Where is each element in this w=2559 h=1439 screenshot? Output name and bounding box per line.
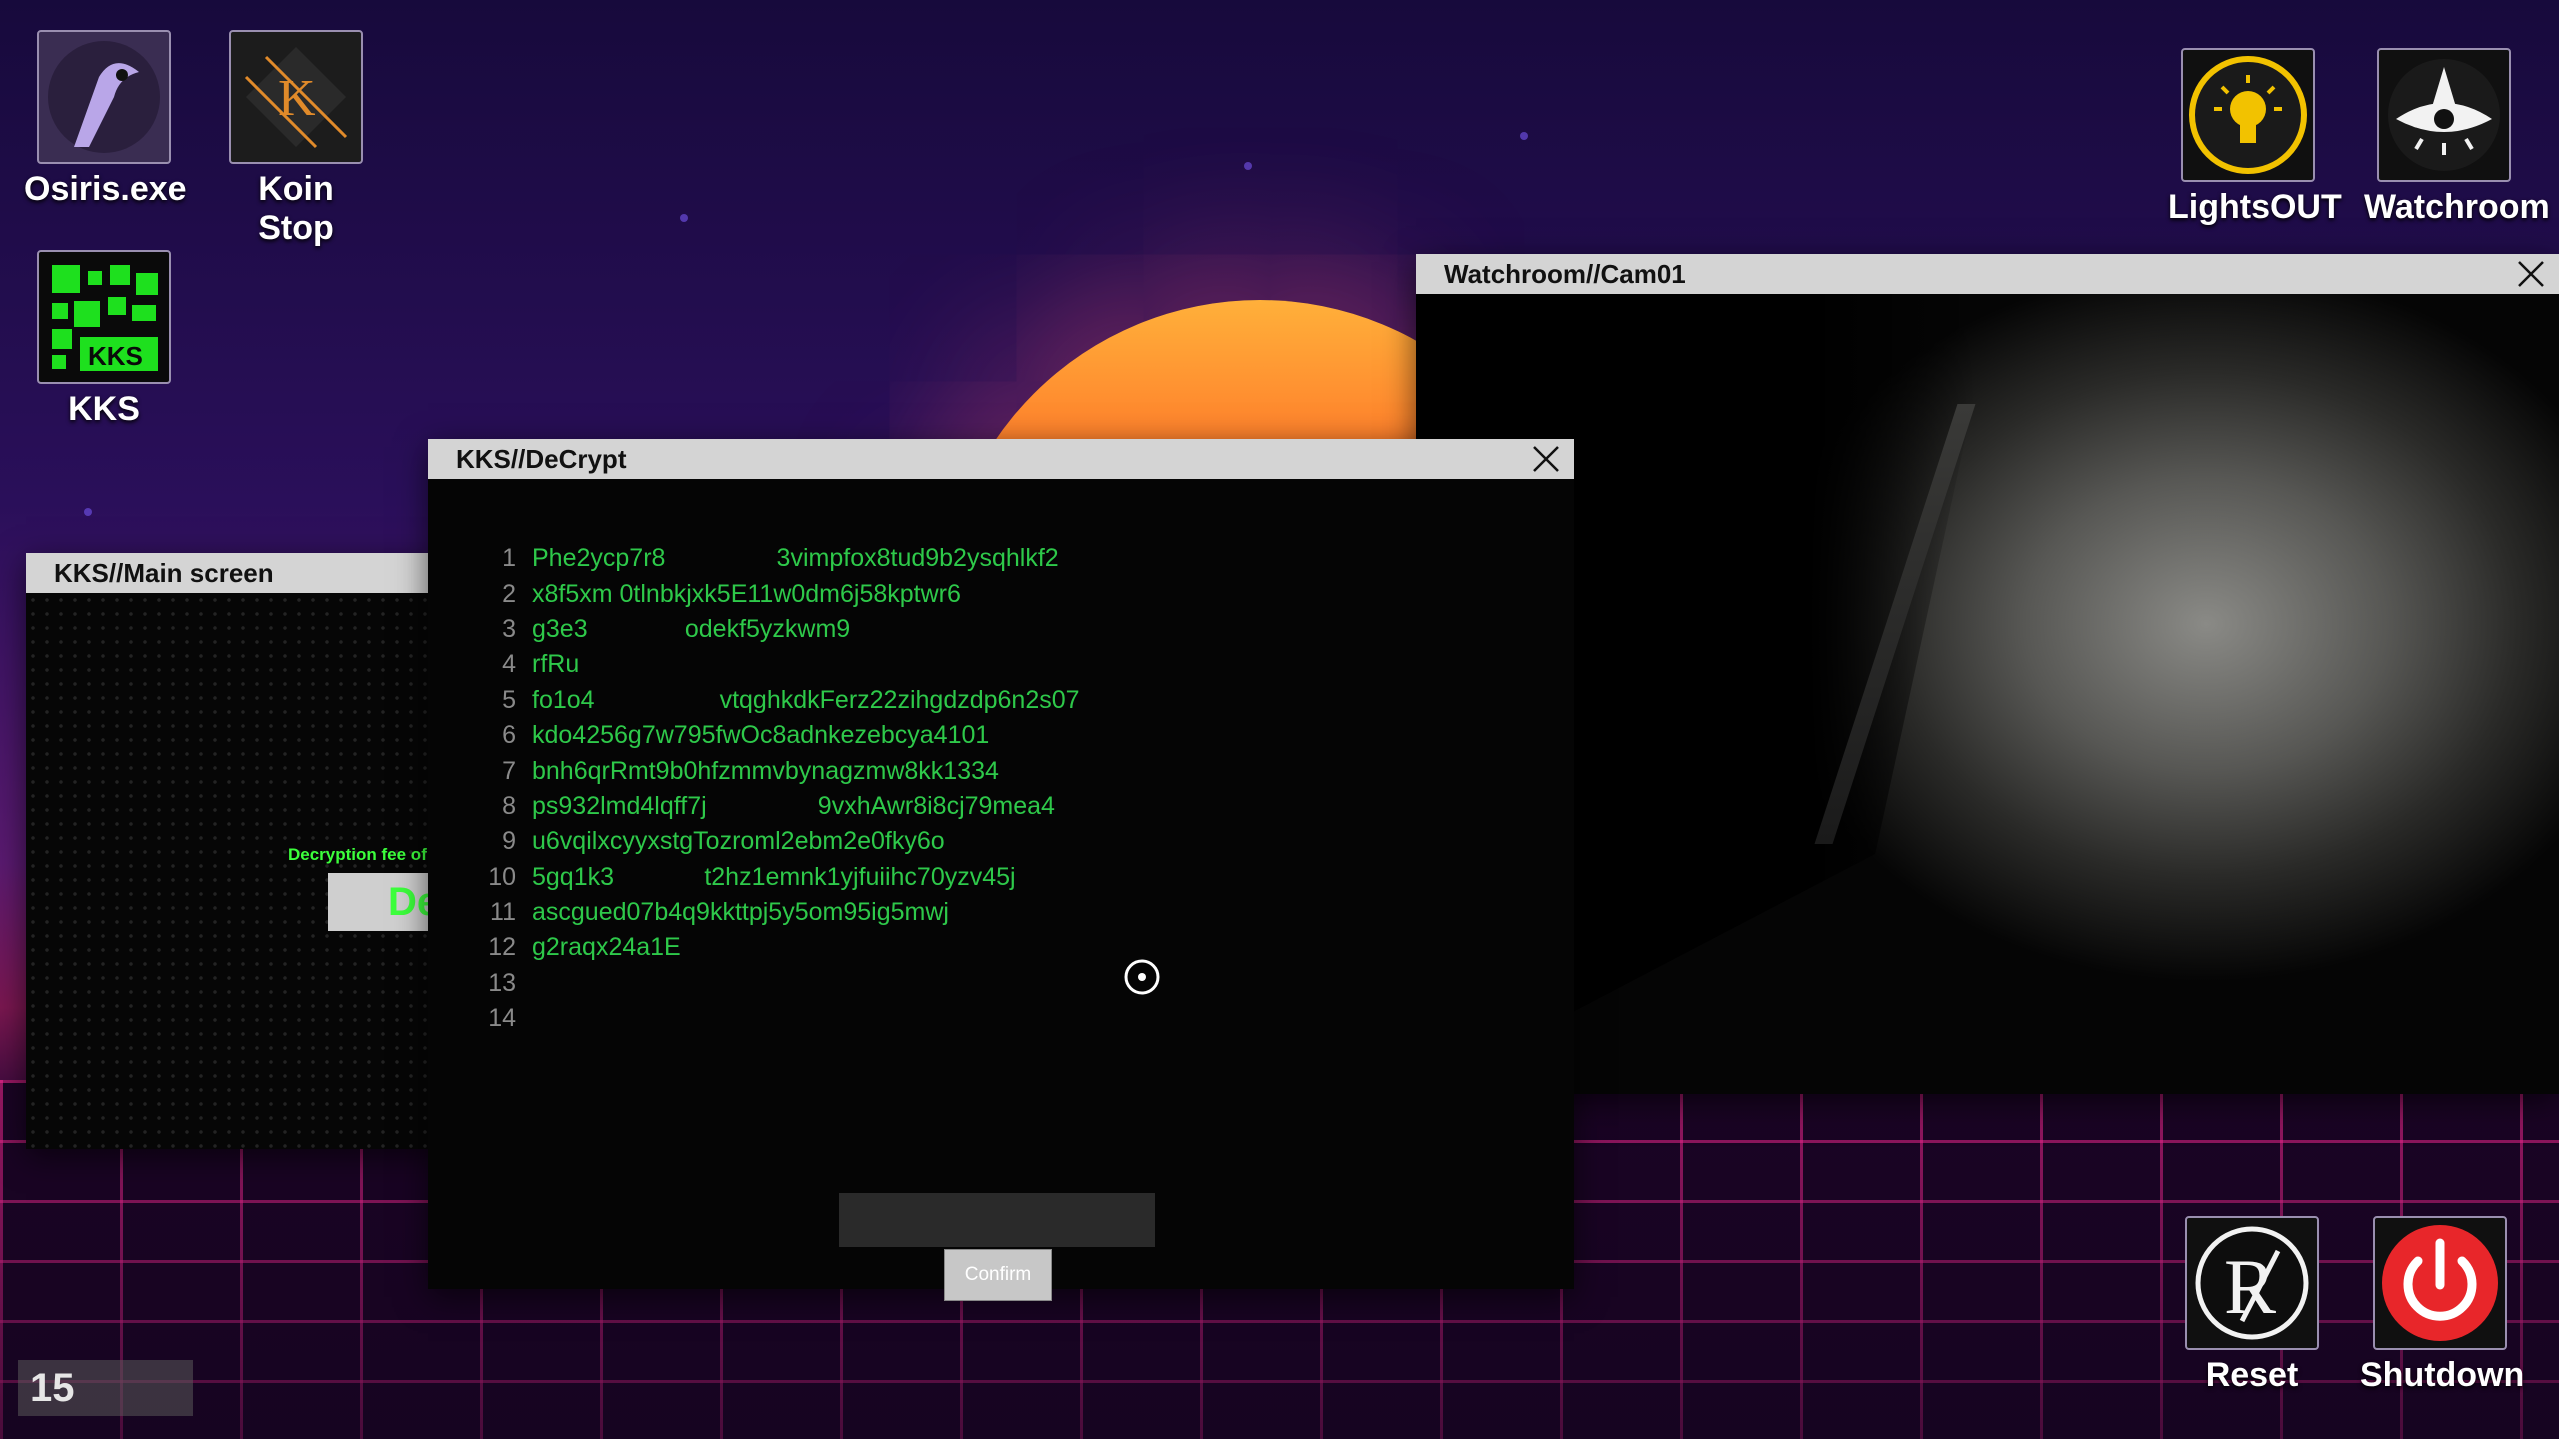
decryption-fee-text: Decryption fee of (288, 845, 427, 864)
line-number: 2 (502, 579, 516, 608)
watchroom-label: Watchroom (2364, 188, 2550, 226)
reset-icon: R (2185, 1216, 2319, 1350)
line-number: 3 (502, 614, 516, 643)
code-text: g3e3 odekf5yzkwm9 (532, 614, 851, 643)
star (1520, 132, 1528, 140)
camera-feed (1416, 294, 2559, 1094)
decrypt-titlebar[interactable]: KKS//DeCrypt (428, 439, 1574, 479)
code-line: 7 bnh6qrRmt9b0hfzmmvbynagzmw8kk1334 (468, 753, 1080, 788)
line-number: 13 (488, 968, 516, 997)
code-line: 5 fo1o4 vtqghkdkFerz22zihgdzdp6n2s07 (468, 683, 1080, 718)
code-line: 4 rfRu (468, 647, 1080, 682)
line-number: 4 (502, 650, 516, 679)
code-line: 10 5gq1k3 t2hz1emnk1yjfuiihc70yzv45j (468, 860, 1080, 895)
code-line: 3 g3e3 odekf5yzkwm9 (468, 612, 1080, 647)
koin-stop-icon: K (229, 30, 363, 164)
line-number: 8 (502, 791, 516, 820)
code-text: fo1o4 vtqghkdkFerz22zihgdzdp6n2s07 (532, 685, 1080, 714)
code-line: 13 (468, 966, 1080, 1001)
line-number: 11 (490, 898, 516, 927)
shutdown-label: Shutdown (2360, 1356, 2525, 1394)
code-text: Phe2ycp7r8 3vimpfox8tud9b2ysqhlkf2 (532, 544, 1059, 573)
eye-icon (2377, 48, 2511, 182)
code-line: 9 u6vqilxcyyxstgTozroml2ebm2e0fky6o (468, 824, 1080, 859)
svg-text:K: K (278, 70, 316, 127)
decrypt-title: KKS//DeCrypt (456, 443, 627, 474)
watchroom-titlebar[interactable]: Watchroom//Cam01 (1416, 254, 2559, 294)
main-screen-title: KKS//Main screen (54, 557, 274, 588)
code-text: 5gq1k3 t2hz1emnk1yjfuiihc70yzv45j (532, 862, 1016, 891)
mouse-cursor-icon (1124, 959, 1160, 995)
main-screen-titlebar[interactable]: KKS//Main screen (26, 553, 446, 593)
code-line: 8 ps932lmd4lqff7j 9vxhAwr8i8cj79mea4 (468, 789, 1080, 824)
desktop-icon-kks[interactable]: KKS KKS (24, 250, 184, 429)
line-number: 9 (502, 827, 516, 856)
cipher-code-list: 1 Phe2ycp7r8 3vimpfox8tud9b2ysqhlkf2 2 x8f5… (468, 541, 1080, 1036)
desktop-icon-koin-stop[interactable]: K Koin Stop (216, 30, 376, 248)
kks-icon: KKS (37, 250, 171, 384)
line-number: 14 (488, 1004, 516, 1033)
power-icon (2373, 1216, 2507, 1350)
line-number: 12 (488, 933, 516, 962)
star (84, 508, 92, 516)
decrypt-close-button[interactable] (1518, 439, 1574, 479)
watchroom-close-button[interactable] (2503, 254, 2559, 294)
svg-text:KKS: KKS (88, 341, 143, 371)
desktop-icon-reset[interactable]: R Reset (2172, 1216, 2332, 1395)
code-text: ps932lmd4lqff7j 9vxhAwr8i8cj79mea4 (532, 791, 1055, 820)
svg-text:R: R (2224, 1243, 2276, 1330)
main-screen-window: KKS//Main screen Decryption fee of DeC (26, 553, 528, 1149)
code-line: 2 x8f5xm 0tlnbkjxk5E11w0dm6j58kptwr6 (468, 576, 1080, 611)
watchroom-title: Watchroom//Cam01 (1444, 258, 1686, 289)
code-text: g2raqx24a1E (532, 933, 681, 962)
desktop-icon-osiris[interactable]: Osiris.exe (24, 30, 187, 209)
night-counter: 15 (18, 1360, 193, 1416)
code-line: 1 Phe2ycp7r8 3vimpfox8tud9b2ysqhlkf2 (468, 541, 1080, 576)
osiris-icon (37, 30, 171, 164)
close-icon (1533, 446, 1559, 472)
code-text: x8f5xm 0tlnbkjxk5E11w0dm6j58kptwr6 (532, 579, 961, 608)
code-text: ascgued07b4q9kkttpj5y5om95ig5mwj (532, 898, 949, 927)
line-number: 10 (488, 862, 516, 891)
code-text: rfRu (532, 650, 580, 679)
code-line: 6 kdo4256g7w795fwOc8adnkezebcya4101 (468, 718, 1080, 753)
code-text: kdo4256g7w795fwOc8adnkezebcya4101 (532, 721, 990, 750)
lightsout-label: LightsOUT (2168, 188, 2342, 226)
star (680, 214, 688, 222)
osiris-label: Osiris.exe (24, 170, 187, 208)
confirm-button[interactable]: Confirm (944, 1249, 1052, 1301)
code-line: 14 (468, 1001, 1080, 1036)
line-number: 5 (502, 685, 516, 714)
code-line: 11 ascgued07b4q9kkttpj5y5om95ig5mwj (468, 895, 1080, 930)
lightbulb-icon (2181, 48, 2315, 182)
desktop-icon-lightsout[interactable]: LightsOUT (2168, 48, 2342, 227)
watchroom-cam-window: Watchroom//Cam01 (1416, 254, 2559, 1094)
line-number: 7 (502, 756, 516, 785)
main-screen-body: Decryption fee of DeC (26, 593, 528, 1149)
decrypt-body: 1 Phe2ycp7r8 3vimpfox8tud9b2ysqhlkf2 2 x8f5… (428, 479, 1574, 1301)
code-text: u6vqilxcyyxstgTozroml2ebm2e0fky6o (532, 827, 945, 856)
line-number: 1 (502, 544, 516, 573)
close-icon (2518, 261, 2544, 287)
reset-label: Reset (2205, 1356, 2299, 1394)
star (1244, 162, 1252, 170)
decrypt-window: KKS//DeCrypt 1 Phe2ycp7r8 3vimpfox8tud9b2… (428, 439, 1574, 1301)
line-number: 6 (502, 721, 516, 750)
koin-stop-label: Koin Stop (258, 170, 334, 247)
desktop-icon-watchroom[interactable]: Watchroom (2364, 48, 2550, 227)
code-text: bnh6qrRmt9b0hfzmmvbynagzmw8kk1334 (532, 756, 999, 785)
code-line: 12 g2raqx24a1E (468, 930, 1080, 965)
desktop-icon-shutdown[interactable]: Shutdown (2360, 1216, 2525, 1395)
kks-label: KKS (68, 390, 140, 428)
decrypt-code-input[interactable] (839, 1193, 1155, 1247)
